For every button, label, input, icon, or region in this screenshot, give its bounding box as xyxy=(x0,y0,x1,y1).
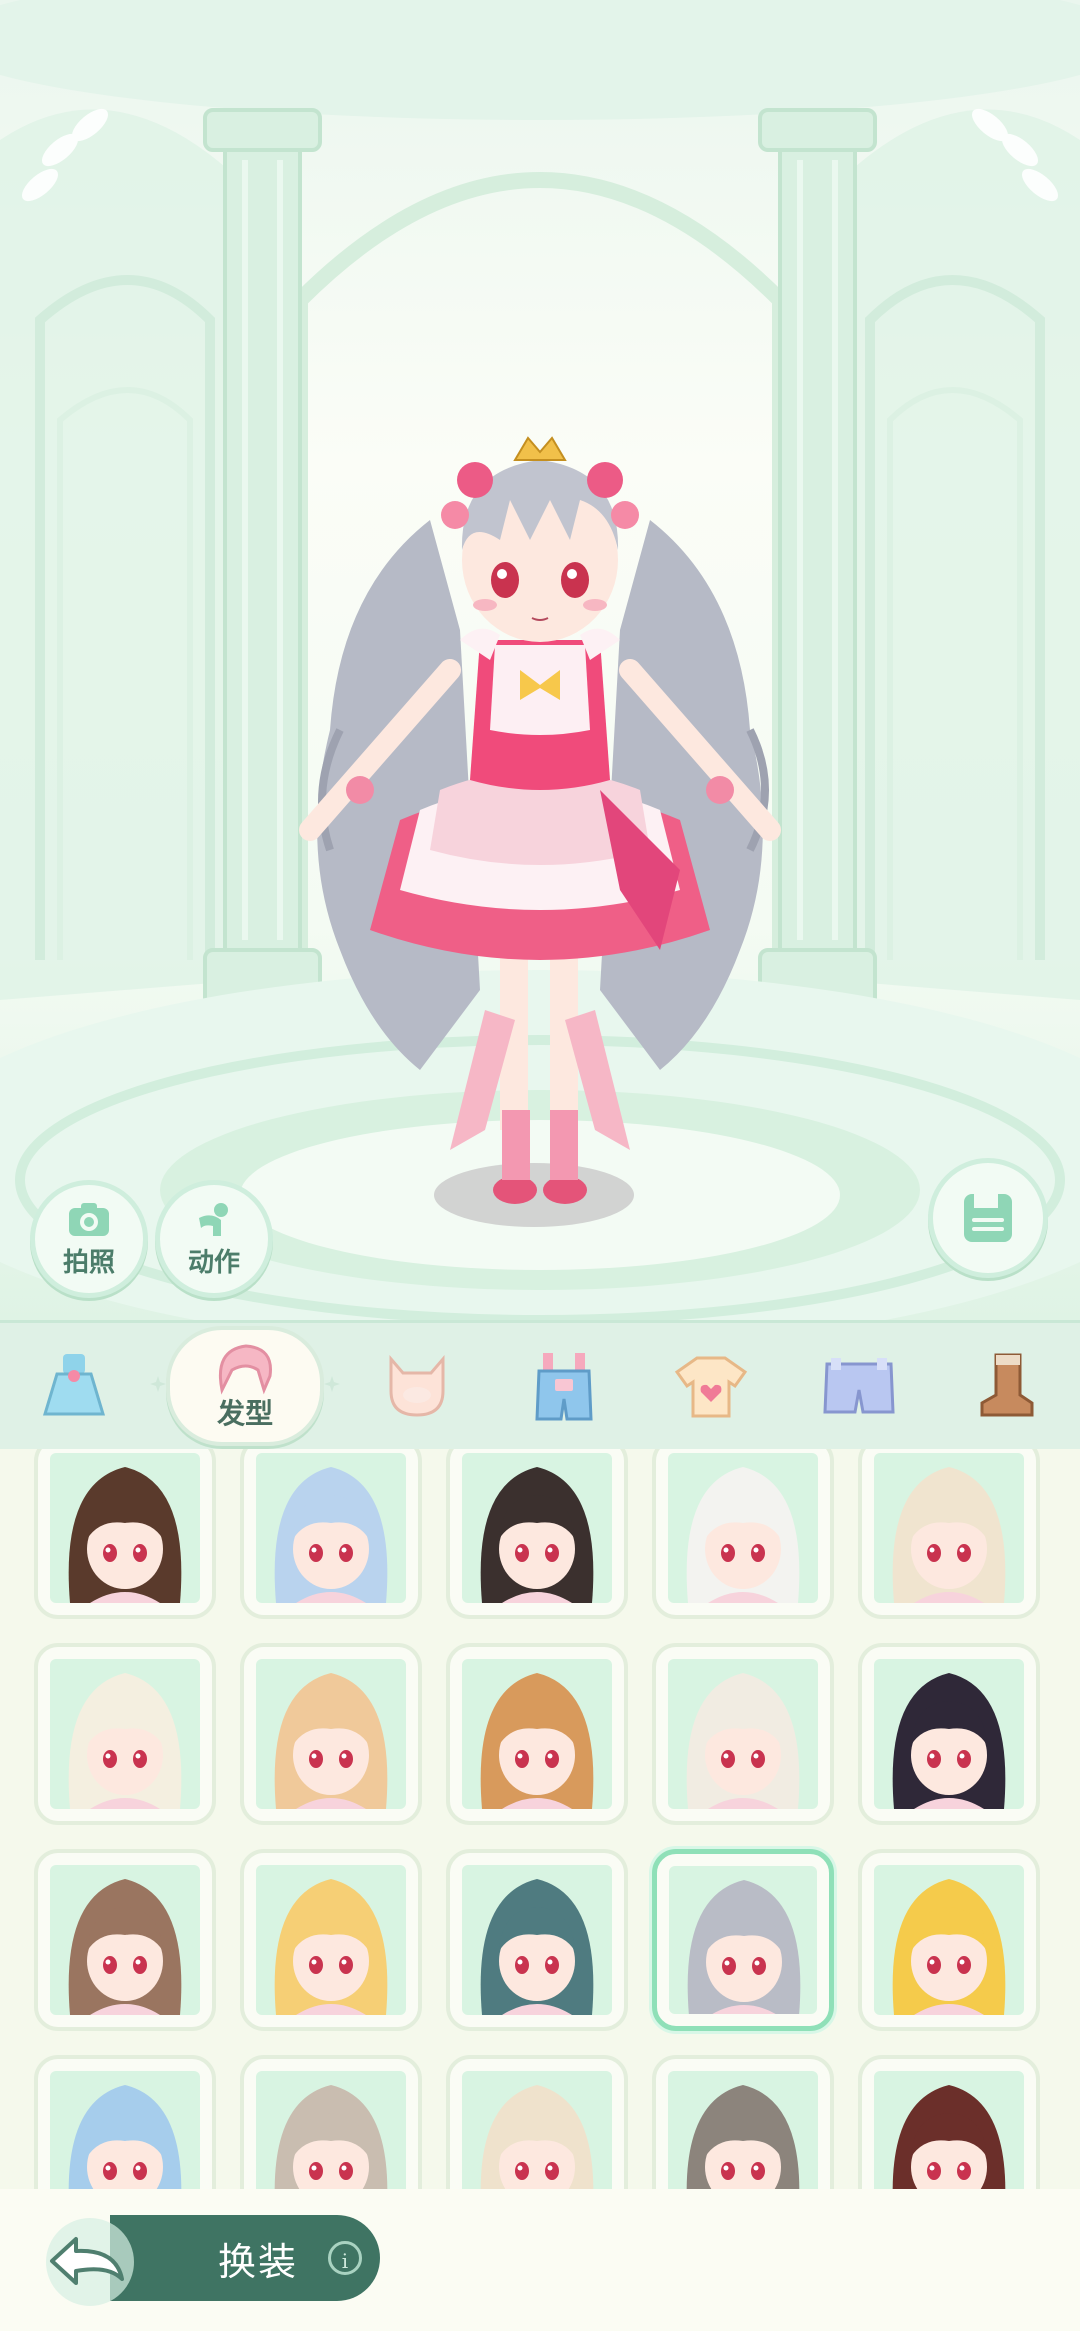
hairstyle-thumbnail xyxy=(50,1659,200,1809)
hairstyle-card[interactable] xyxy=(446,2055,628,2189)
overalls-icon xyxy=(535,1353,593,1421)
hairstyle-card[interactable] xyxy=(240,1849,422,2031)
hairstyle-thumbnail xyxy=(462,1453,612,1603)
boots-icon xyxy=(980,1353,1034,1417)
hairstyle-card[interactable] xyxy=(858,1449,1040,1619)
hairstyle-thumbnail xyxy=(256,1865,406,2015)
dressing-stage: 拍照 动作 xyxy=(0,0,1080,1320)
hairstyle-card[interactable] xyxy=(652,1643,834,1825)
hairstyle-card[interactable] xyxy=(34,1449,216,1619)
hairstyle-card[interactable] xyxy=(652,1449,834,1619)
tab-face[interactable] xyxy=(362,1331,472,1441)
hairstyle-card[interactable] xyxy=(446,1849,628,2031)
tab-tshirt[interactable] xyxy=(656,1331,766,1441)
info-icon[interactable]: i xyxy=(328,2241,362,2275)
hairstyle-card[interactable] xyxy=(858,1643,1040,1825)
tab-dress[interactable] xyxy=(19,1331,129,1441)
photo-label: 拍照 xyxy=(62,1247,115,1278)
hairstyle-thumbnail xyxy=(50,2071,200,2189)
hairstyle-card[interactable] xyxy=(446,1449,628,1619)
hairstyle-card[interactable] xyxy=(240,1449,422,1619)
hairstyle-thumbnail xyxy=(874,2071,1024,2189)
hairstyle-thumbnail xyxy=(668,2071,818,2189)
dress-up-label: 换装 xyxy=(218,2239,299,2284)
action-label: 动作 xyxy=(187,1247,240,1278)
tab-hairstyle-label: 发型 xyxy=(217,1397,274,1430)
hairstyle-thumbnail xyxy=(256,2071,406,2189)
hairstyle-card[interactable] xyxy=(652,1849,834,2031)
hairstyle-card[interactable] xyxy=(34,1849,216,2031)
hairstyle-thumbnail xyxy=(874,1865,1024,2015)
hairstyle-thumbnail xyxy=(50,1453,200,1603)
hairstyle-thumbnail xyxy=(874,1659,1024,1809)
hairstyle-card[interactable] xyxy=(446,1643,628,1825)
hairstyle-thumbnail xyxy=(462,2071,612,2189)
hairstyle-thumbnail xyxy=(462,1865,612,2015)
tshirt-icon xyxy=(675,1356,748,1418)
tab-hairstyle[interactable]: 发型 xyxy=(150,1326,341,1446)
sparkle-icon xyxy=(150,1376,167,1392)
hairstyle-thumbnail xyxy=(462,1659,612,1809)
category-tab-bar: 发型 xyxy=(0,1320,1080,1452)
pose-figure-icon xyxy=(199,1202,228,1236)
tab-overalls[interactable] xyxy=(509,1331,619,1441)
hairstyle-thumbnail xyxy=(50,1865,200,2015)
hairstyle-thumbnail xyxy=(256,1659,406,1809)
hairstyle-card[interactable] xyxy=(34,1643,216,1825)
hairstyle-grid xyxy=(34,1449,1040,2189)
hairstyle-grid-viewport xyxy=(0,1449,1080,2189)
bottom-bar: 换装 i xyxy=(0,2189,1080,2331)
action-button[interactable]: 动作 xyxy=(155,1180,273,1298)
shorts-icon xyxy=(823,1358,895,1414)
character-doll xyxy=(299,436,781,1204)
hair-icon xyxy=(219,1344,273,1395)
hairstyle-card[interactable] xyxy=(858,1849,1040,2031)
hairstyle-card[interactable] xyxy=(240,2055,422,2189)
camera-icon xyxy=(69,1202,109,1236)
dress-up-button[interactable]: 换装 i xyxy=(110,2215,380,2301)
hairstyle-thumbnail xyxy=(256,1453,406,1603)
save-icon xyxy=(964,1194,1012,1242)
dress-icon xyxy=(42,1354,105,1416)
tab-boots[interactable] xyxy=(951,1331,1061,1441)
face-icon xyxy=(389,1354,445,1417)
hairstyle-card[interactable] xyxy=(858,2055,1040,2189)
tab-shorts[interactable] xyxy=(804,1331,914,1441)
save-button[interactable] xyxy=(928,1158,1048,1278)
hairstyle-card[interactable] xyxy=(652,2055,834,2189)
hairstyle-thumbnail xyxy=(669,1866,817,2014)
hairstyle-card[interactable] xyxy=(240,1643,422,1825)
hairstyle-thumbnail xyxy=(668,1453,818,1603)
hairstyle-card[interactable] xyxy=(34,2055,216,2189)
back-arrow-icon[interactable] xyxy=(30,2217,150,2307)
hairstyle-thumbnail xyxy=(668,1659,818,1809)
hairstyle-thumbnail xyxy=(874,1453,1024,1603)
photo-button[interactable]: 拍照 xyxy=(30,1180,148,1298)
sparkle-icon xyxy=(324,1376,341,1392)
